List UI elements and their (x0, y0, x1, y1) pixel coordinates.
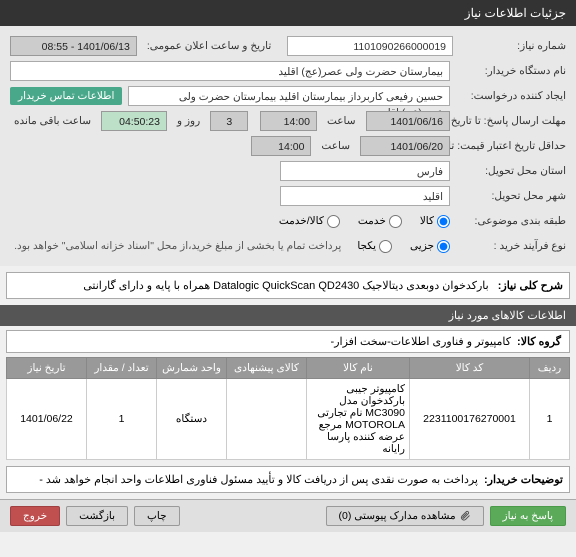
city-value: اقلید (280, 186, 450, 206)
remain-time: 04:50:23 (101, 111, 167, 131)
min-valid-date: 1401/06/20 (360, 136, 450, 156)
cell-idx: 1 (530, 379, 570, 460)
radio-service-input[interactable] (389, 215, 402, 228)
description-box: شرح کلی نیاز: بارکدخوان دوبعدی دیتالاجیک… (6, 272, 570, 299)
desc-text: بارکدخوان دوبعدی دیتالاجیک Datalogic Qui… (83, 280, 488, 292)
category-label: طبقه بندی موضوعی: (456, 215, 566, 227)
col-unit: واحد شمارش (157, 358, 227, 379)
radio-partial-input[interactable] (437, 240, 450, 253)
day-label: روز و (177, 115, 200, 127)
province-label: استان محل تحویل: (456, 165, 566, 177)
radio-full[interactable]: یکجا (357, 240, 392, 253)
buyer-notes-box: توضیحات خریدار: پرداخت به صورت نقدی پس ا… (6, 466, 570, 493)
footer: پاسخ به نیاز مشاهده مدارک پیوستی (0) چاپ… (0, 499, 576, 532)
items-table: ردیف کد کالا نام کالا کالای پیشنهادی واح… (6, 357, 570, 460)
time-label-2: ساعت (321, 140, 350, 152)
col-qty: تعداد / مقدار (87, 358, 157, 379)
radio-goods[interactable]: کالا (420, 215, 450, 228)
remain-label: ساعت باقی مانده (14, 115, 91, 127)
deadline-date: 1401/06/16 (366, 111, 450, 131)
deadline-label: مهلت ارسال پاسخ: تا تاریخ: (456, 115, 566, 127)
group-row: گروه کالا: کامپیوتر و فناوری اطلاعات-سخت… (6, 330, 570, 353)
category-radio-group: کالا خدمت کالا/خدمت (279, 215, 450, 228)
col-code: کد کالا (410, 358, 530, 379)
deadline-time: 14:00 (260, 111, 317, 131)
buy-type-radio-group: جزیی یکجا (357, 240, 450, 253)
time-label-1: ساعت (327, 115, 356, 127)
group-text: کامپیوتر و فناوری اطلاعات-سخت افزار- (331, 335, 511, 348)
buy-note: پرداخت تمام یا بخشی از مبلغ خرید،از محل … (14, 240, 341, 252)
cell-code: 2231100176270001 (410, 379, 530, 460)
table-header-row: ردیف کد کالا نام کالا کالای پیشنهادی واح… (7, 358, 570, 379)
min-valid-label: حداقل تاریخ اعتبار قیمت: تا تاریخ: (456, 140, 566, 152)
radio-goods-input[interactable] (437, 215, 450, 228)
min-valid-time: 14:00 (251, 136, 311, 156)
buyer-notes-label: توضیحات خریدار: (484, 473, 563, 486)
attachments-button[interactable]: مشاهده مدارک پیوستی (0) (326, 506, 484, 526)
province-value: فارس (280, 161, 450, 181)
desc-label: شرح کلی نیاز: (498, 280, 563, 292)
days-value: 3 (210, 111, 248, 131)
form-area: شماره نیاز: 1101090266000019 تاریخ و ساع… (0, 26, 576, 266)
radio-service[interactable]: خدمت (358, 215, 402, 228)
print-button[interactable]: چاپ (134, 506, 180, 526)
radio-partial[interactable]: جزیی (410, 240, 450, 253)
announce-value: 1401/06/13 - 08:55 (10, 36, 137, 56)
page-header: جزئیات اطلاعات نیاز (0, 0, 576, 26)
col-name: نام کالا (307, 358, 410, 379)
col-idx: ردیف (530, 358, 570, 379)
col-suggest: کالای پیشنهادی (227, 358, 307, 379)
need-no-label: شماره نیاز: (459, 40, 566, 52)
buy-type-label: نوع فرآیند خرید : (456, 240, 566, 252)
need-no-value: 1101090266000019 (287, 36, 453, 56)
page-title: جزئیات اطلاعات نیاز (465, 6, 566, 20)
buyer-dev-value: بیمارستان حضرت ولی عصر(عج) اقلید (10, 61, 450, 81)
cell-date: 1401/06/22 (7, 379, 87, 460)
buyer-notes-text: پرداخت به صورت نقدی پس از دریافت کالا و … (39, 473, 478, 486)
exit-button[interactable]: خروج (10, 506, 60, 526)
city-label: شهر محل تحویل: (456, 190, 566, 202)
contact-buyer-button[interactable]: اطلاعات تماس خریدار (10, 87, 122, 105)
paperclip-icon (459, 510, 471, 522)
announce-label: تاریخ و ساعت اعلان عمومی: (147, 40, 271, 52)
buyer-dev-label: نام دستگاه خریدار: (456, 65, 566, 77)
radio-full-input[interactable] (379, 240, 392, 253)
group-label: گروه کالا: (517, 335, 561, 348)
table-row[interactable]: 1 2231100176270001 کامپیوتر جیبی بارکدخو… (7, 379, 570, 460)
col-date: تاریخ نیاز (7, 358, 87, 379)
cell-suggest (227, 379, 307, 460)
attachments-label: مشاهده مدارک پیوستی (0) (339, 510, 456, 522)
req-creator-value: حسین رفیعی کاربرداز بیمارستان اقلید بیما… (128, 86, 450, 106)
cell-name: کامپیوتر جیبی بارکدخوان مدل MC3090 نام ت… (307, 379, 410, 460)
items-section-header: اطلاعات کالاهای مورد نیاز (0, 305, 576, 326)
radio-both[interactable]: کالا/خدمت (279, 215, 340, 228)
cell-qty: 1 (87, 379, 157, 460)
cell-unit: دستگاه (157, 379, 227, 460)
req-creator-label: ایجاد کننده درخواست: (456, 90, 566, 102)
radio-both-input[interactable] (327, 215, 340, 228)
reply-button[interactable]: پاسخ به نیاز (490, 506, 566, 526)
back-button[interactable]: بازگشت (66, 506, 128, 526)
